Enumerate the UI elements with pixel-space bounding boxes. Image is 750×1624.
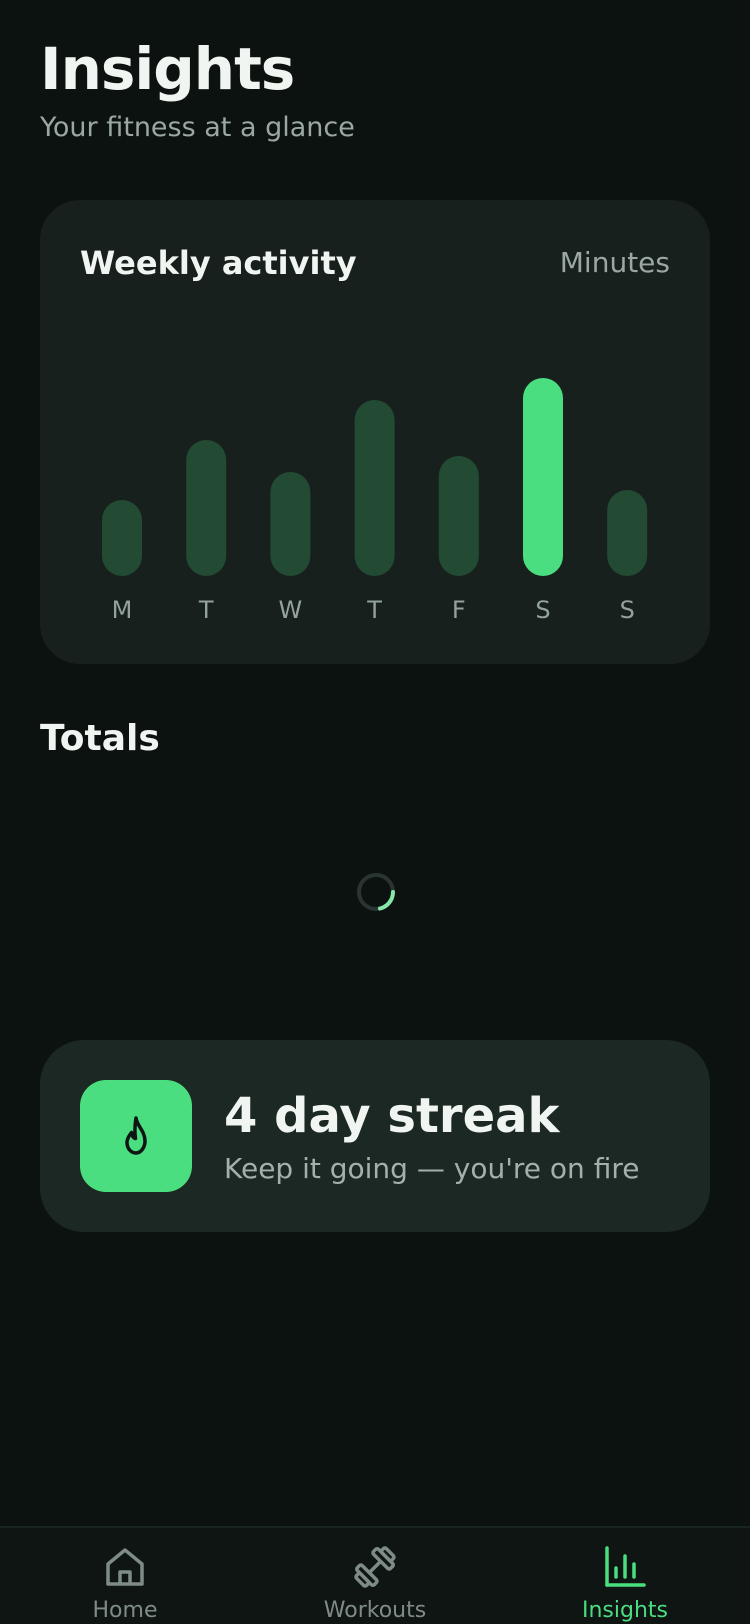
chart-day-label: S [535, 596, 550, 624]
chart-bar [186, 440, 227, 576]
tab-label: Insights [581, 1598, 668, 1623]
chart-day-label: T [198, 596, 214, 624]
tab-workouts[interactable]: Workouts [250, 1544, 500, 1623]
insights-screen: Insights Your fitness at a glance Weekly… [0, 0, 750, 1624]
totals-heading: Totals [40, 718, 160, 759]
chart-day-label: F [452, 596, 466, 624]
streak-subtitle: Keep it going — you're on fire [224, 1152, 640, 1185]
flame-icon [125, 1116, 147, 1155]
streak-title: 4 day streak [224, 1088, 560, 1144]
chart-day-label: S [620, 596, 635, 624]
chart-day-label: W [279, 596, 303, 624]
chart-bar [102, 500, 142, 576]
chart-bar [607, 490, 648, 576]
streak-icon-tile [80, 1080, 192, 1192]
header: Insights Your fitness at a glance [40, 30, 710, 143]
chart-bar [270, 472, 311, 576]
weekly-bar-chart: MTWTFSS [102, 378, 648, 624]
weekly-activity-card: Weekly activity Minutes MTWTFSS [40, 200, 710, 664]
bottom-tab-bar: Home Workouts Insights [0, 1526, 750, 1624]
chart-day-label: M [112, 596, 133, 624]
streak-card[interactable]: 4 day streak Keep it going — you're on f… [40, 1040, 710, 1232]
dumbbell-icon [354, 1546, 396, 1588]
page-subtitle: Your fitness at a glance [40, 112, 355, 143]
chart-bar [438, 456, 479, 576]
bar-chart-icon [605, 1546, 646, 1587]
home-icon [106, 1548, 144, 1586]
tab-insights[interactable]: Insights [500, 1544, 750, 1623]
tab-label: Workouts [323, 1598, 427, 1623]
chart-bar [523, 378, 563, 576]
chart-bar [354, 400, 395, 576]
chart-day-label: T [366, 596, 382, 624]
page-title: Insights [40, 35, 295, 103]
loading-spinner [357, 873, 395, 911]
tab-label: Home [92, 1598, 158, 1623]
tab-home[interactable]: Home [0, 1544, 250, 1623]
